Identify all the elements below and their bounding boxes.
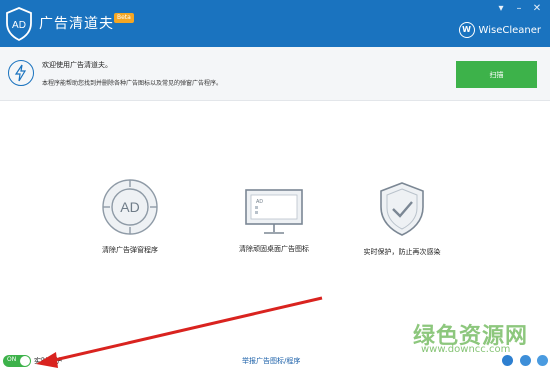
close-button[interactable]: ✕ <box>531 3 543 15</box>
monitor-ad-text: AD <box>256 199 263 205</box>
monitor-ad-icon: AD <box>245 189 303 234</box>
share-icon[interactable] <box>520 355 531 366</box>
description-text: 本程序能帮助您找到并删除各种广告图标以及常见的弹窗广告程序。 <box>42 80 223 87</box>
feature-label: 清除广告弹窗程序 <box>102 246 158 254</box>
title-bar: AD 广告清道夫 Beta ▾ – ✕ W WiseCleaner <box>0 0 550 47</box>
window-controls: ▾ – ✕ <box>495 3 543 15</box>
feature-remove-popups: AD 清除广告弹窗程序 <box>66 177 194 255</box>
beta-badge: Beta <box>114 13 134 23</box>
brand-name: WiseCleaner <box>478 24 541 36</box>
report-link[interactable]: 举报广告图标/程序 <box>242 356 300 366</box>
logo-text: AD <box>12 20 26 31</box>
feature-label: 清除顽固桌面广告图标 <box>239 245 309 253</box>
toggle-knob <box>20 356 30 366</box>
info-bar: 欢迎使用广告清道夫。 本程序能帮助您找到并删除各种广告图标以及常见的弹窗广告程序… <box>0 47 550 101</box>
toggle-on-label: ON <box>7 356 17 363</box>
welcome-text: 欢迎使用广告清道夫。 <box>42 61 112 69</box>
ad-circle-icon: AD <box>102 179 158 235</box>
lightning-icon <box>8 60 34 86</box>
realtime-protection-toggle[interactable]: ON <box>3 355 31 367</box>
ad-icon-text: AD <box>120 199 139 215</box>
feature-label: 实时保护，防止再次感染 <box>363 248 441 256</box>
app-logo-shield-icon: AD <box>6 7 32 41</box>
wisecleaner-logo-icon: W <box>458 22 475 38</box>
minimize-button[interactable]: – <box>513 3 525 15</box>
chat-icon[interactable] <box>502 355 513 366</box>
scan-button[interactable]: 扫描 <box>456 61 537 88</box>
menu-dropdown-button[interactable]: ▾ <box>495 3 507 15</box>
bottom-bar: ON 实时保护 举报广告图标/程序 <box>0 350 550 372</box>
social-icon[interactable] <box>537 355 548 366</box>
feature-remove-desktop-icons: AD 清除顽固桌面广告图标 <box>210 188 338 254</box>
shield-check-icon <box>380 182 424 236</box>
realtime-protection-label: 实时保护 <box>34 357 62 365</box>
app-title: 广告清道夫 <box>39 16 114 32</box>
brand[interactable]: W WiseCleaner <box>458 22 541 38</box>
feature-realtime-protection: 实时保护，防止再次感染 <box>338 181 466 257</box>
